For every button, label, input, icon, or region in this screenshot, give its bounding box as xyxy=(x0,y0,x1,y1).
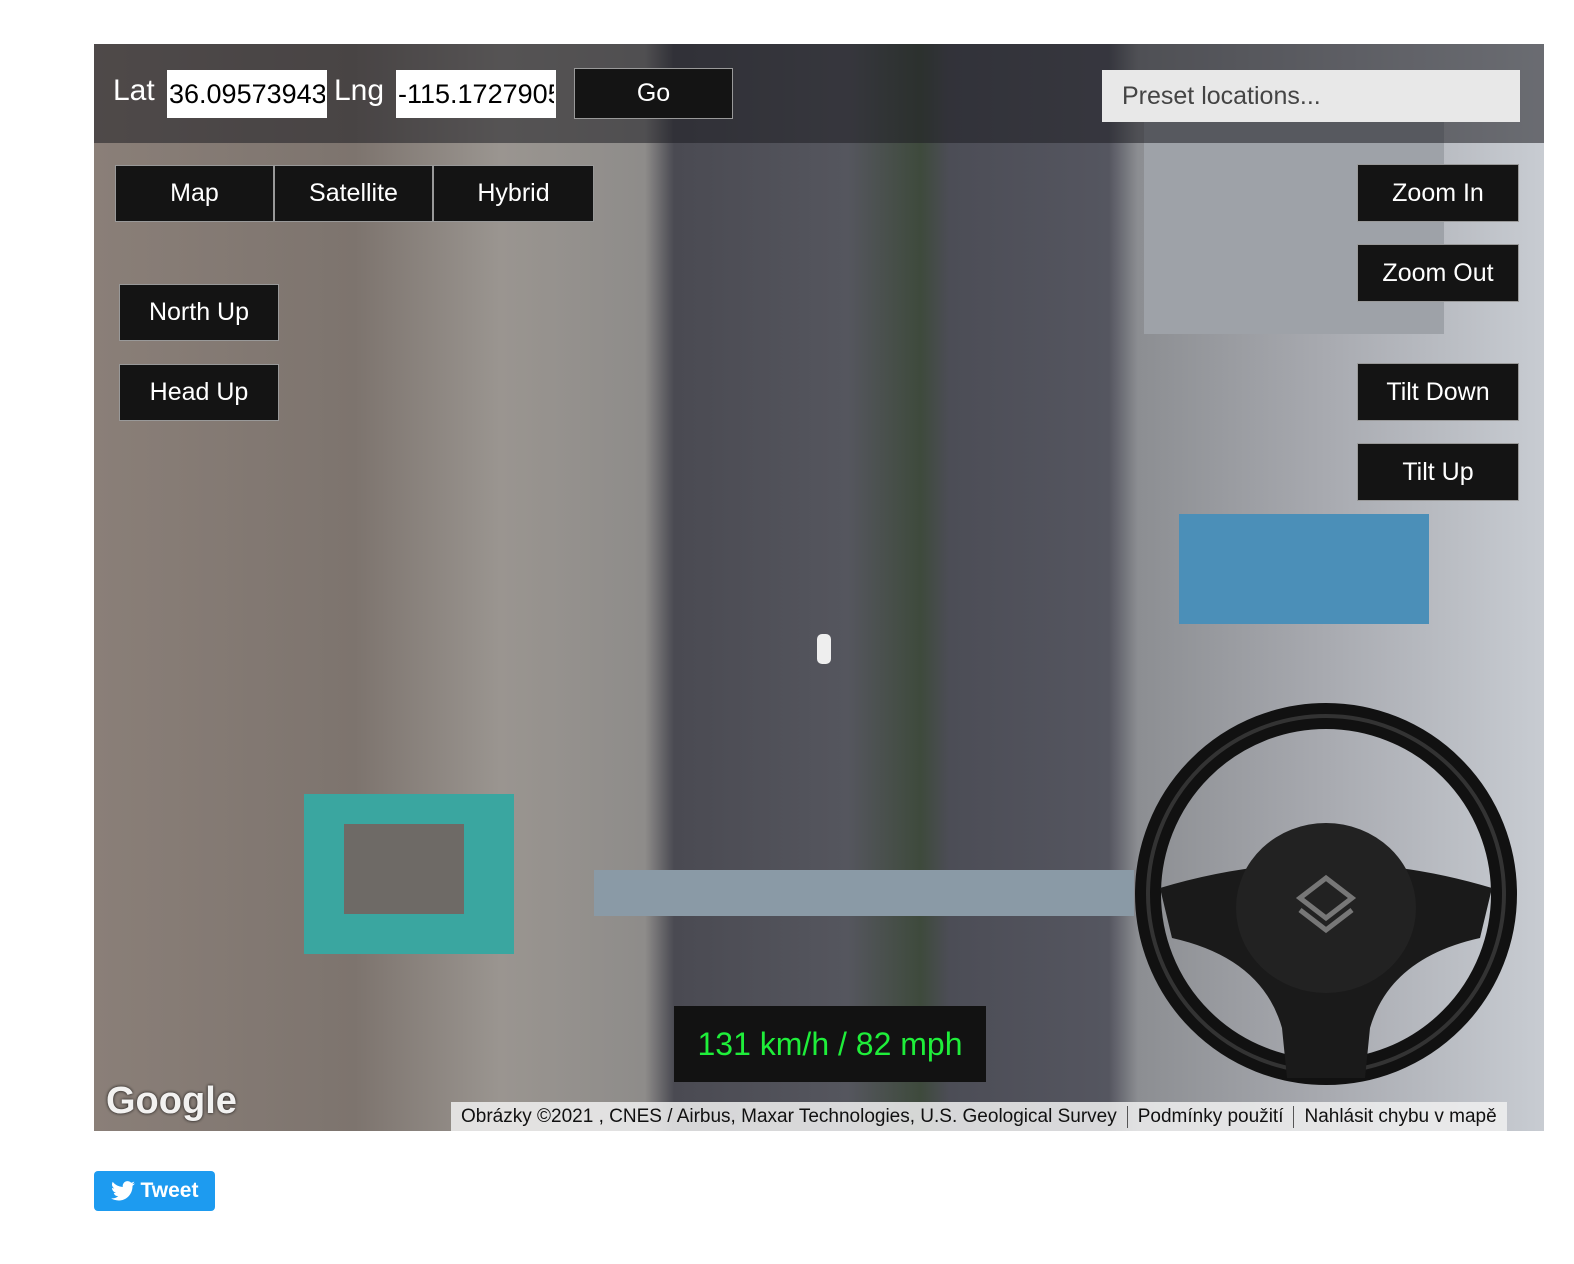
twitter-bird-icon xyxy=(110,1181,135,1201)
north-up-button[interactable]: North Up xyxy=(119,284,279,341)
go-button[interactable]: Go xyxy=(574,68,733,119)
head-up-button[interactable]: Head Up xyxy=(119,364,279,421)
report-error-link[interactable]: Nahlásit chybu v mapě xyxy=(1294,1106,1506,1128)
speed-readout: 131 km/h / 82 mph xyxy=(674,1006,986,1082)
pedestrian-bridge xyxy=(594,870,1134,916)
map-type-satellite-button[interactable]: Satellite xyxy=(274,165,433,222)
terms-link[interactable]: Podmínky použití xyxy=(1128,1105,1295,1128)
lng-input[interactable] xyxy=(396,70,556,118)
tilt-down-button[interactable]: Tilt Down xyxy=(1357,363,1519,421)
map-type-hybrid-button[interactable]: Hybrid xyxy=(433,165,594,222)
zoom-in-button[interactable]: Zoom In xyxy=(1357,164,1519,222)
zoom-out-button[interactable]: Zoom Out xyxy=(1357,244,1519,302)
preset-locations-select[interactable]: Preset locations... xyxy=(1102,70,1520,122)
map-attribution: Obrázky ©2021 , CNES / Airbus, Maxar Tec… xyxy=(451,1102,1507,1131)
steering-wheel-icon[interactable] xyxy=(1130,698,1522,1090)
imagery-attribution: Obrázky ©2021 , CNES / Airbus, Maxar Tec… xyxy=(451,1105,1128,1128)
lat-input[interactable] xyxy=(167,70,327,118)
building xyxy=(1179,514,1429,624)
tweet-button[interactable]: Tweet xyxy=(94,1171,215,1211)
car xyxy=(817,634,831,664)
google-logo: Google xyxy=(106,1080,237,1122)
satellite-map[interactable]: Lat Lng Go Preset locations... Map Satel… xyxy=(94,44,1544,1131)
tweet-label: Tweet xyxy=(140,1179,199,1202)
tilt-up-button[interactable]: Tilt Up xyxy=(1357,443,1519,501)
lat-label: Lat xyxy=(113,74,155,107)
building xyxy=(344,824,464,914)
map-type-map-button[interactable]: Map xyxy=(115,165,274,222)
lng-label: Lng xyxy=(334,74,385,107)
